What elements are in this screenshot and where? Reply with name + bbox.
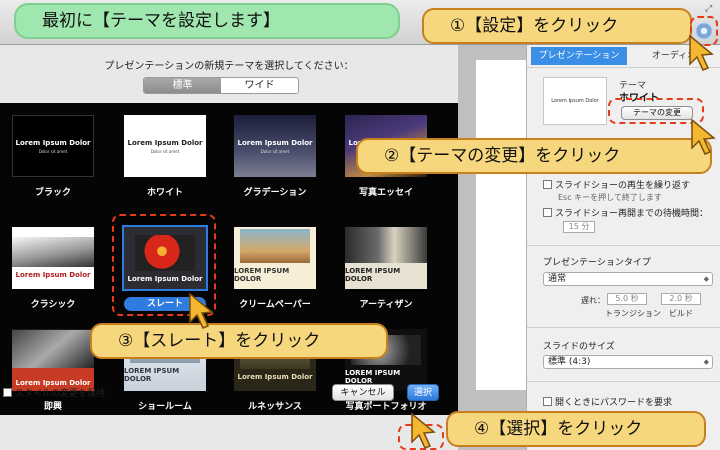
slide-size-title: スライドのサイズ [543, 342, 615, 352]
restart-delay-checkbox[interactable]: スライドショー再開までの待機時間： [543, 206, 708, 219]
thumb-title: Lorem Ipsum Dolor [237, 373, 313, 381]
theme-name: ホワイト [146, 188, 183, 198]
theme-name: 写真エッセイ [358, 188, 413, 198]
thumb-title: LOREM IPSUM DOLOR [345, 267, 401, 283]
thumb-title: Lorem Ipsum Dolor [15, 138, 91, 147]
presentation-type-select[interactable]: 通常 ◆ [543, 272, 713, 286]
keep-style-checkbox[interactable]: スタイルの変更を保持 [3, 386, 105, 399]
dialog-title: プレゼンテーションの新規テーマを選択してください： [104, 61, 354, 72]
cancel-button[interactable]: キャンセル [332, 384, 394, 401]
aspect-option-wide[interactable]: ワイド [221, 78, 298, 93]
thumb-title: LOREM IPSUM DOLOR [345, 369, 401, 385]
thumb-subtitle: Dolor sit amet [260, 148, 290, 154]
restart-delay-stepper[interactable]: 15 分 [563, 221, 595, 233]
keep-style-label: スタイルの変更を保持 [15, 389, 106, 399]
presentation-type-title: プレゼンテーションタイプ [543, 258, 651, 268]
select-arrows-icon: ◆ [703, 358, 709, 366]
loop-slideshow-checkbox[interactable]: スライドショーの再生を繰り返す [543, 178, 690, 191]
thumb-title: Lorem Ipsum Dolor [237, 138, 313, 147]
theme-thumbnail[interactable]: LOREM IPSUM DOLOR [345, 227, 427, 289]
thumb-image [240, 229, 310, 263]
theme-name: クラシック [30, 300, 76, 310]
theme-name: ブラック [34, 188, 71, 198]
step3-callout: ③【スレート】をクリック [90, 323, 388, 359]
thumb-title: Lorem Ipsum Dolor [127, 138, 203, 147]
slide-size-value: 標準 (4:3) [548, 357, 591, 367]
theme-name: ショールーム [138, 402, 192, 412]
thumb-image [12, 237, 94, 267]
theme-name: 即興 [43, 402, 62, 412]
restart-delay-label: スライドショー再開までの待機時間： [555, 209, 709, 219]
delay-label: 遅れ： [581, 296, 605, 305]
build-label: ビルド [669, 309, 693, 318]
cursor-pointer-icon [411, 412, 436, 449]
presentation-type-value: 通常 [548, 274, 567, 284]
step2-callout: ②【テーマの変更】をクリック [356, 138, 712, 174]
thumb-title: Lorem Ipsum Dolor [15, 271, 91, 279]
loop-slideshow-label: スライドショーの再生を繰り返す [555, 181, 691, 191]
slide-size-select[interactable]: 標準 (4:3) ◆ [543, 355, 713, 369]
esc-hint: Esc キーを押して終了します [558, 193, 662, 202]
theme-thumbnail[interactable]: Lorem Ipsum Dolor Dolor sit amet [124, 115, 206, 177]
step1-callout: ①【設定】をクリック [422, 8, 692, 44]
checkbox-box[interactable] [543, 397, 552, 406]
checkbox-box[interactable] [3, 388, 12, 397]
divider [527, 381, 720, 382]
require-password-label: 開くときにパスワードを要求 [555, 398, 673, 408]
aspect-option-standard[interactable]: 標準 [144, 78, 221, 93]
choose-button[interactable]: 選択 [407, 384, 439, 401]
theme-thumbnail[interactable]: Lorem Ipsum Dolor [12, 329, 94, 391]
transition-delay-stepper[interactable]: 5.0 秒 [607, 293, 647, 305]
theme-name: グラデーション [243, 188, 307, 198]
step4-callout: ④【選択】をクリック [446, 411, 706, 447]
thumb-title: LOREM IPSUM DOLOR [234, 267, 290, 283]
theme-thumbnail[interactable]: Lorem Ipsum Dolor Dolor sit amet [12, 115, 94, 177]
theme-name: ルネッサンス [248, 402, 302, 412]
select-arrows-icon: ◆ [703, 275, 709, 283]
current-theme-thumbnail: Lorem Ipsum Dolor [543, 77, 607, 125]
checkbox-box[interactable] [543, 208, 552, 217]
build-delay-stepper[interactable]: 2.0 秒 [661, 293, 701, 305]
aspect-segmented-control: 標準 ワイド [143, 77, 299, 94]
cursor-pointer-icon [689, 34, 714, 71]
theme-name: クリームペーパー [239, 300, 311, 310]
thumb-subtitle: Dolor sit amet [150, 148, 180, 154]
thumb-subtitle: Dolor sit amet [38, 148, 68, 154]
slide-canvas [476, 60, 526, 390]
require-password-checkbox[interactable]: 開くときにパスワードを要求 [543, 395, 672, 408]
divider [527, 245, 720, 246]
tab-presentation[interactable]: プレゼンテーション [531, 47, 627, 65]
theme-thumbnail[interactable]: Lorem Ipsum Dolor [12, 227, 94, 289]
thumb-image [12, 330, 94, 368]
divider [527, 327, 720, 328]
fullscreen-icon[interactable]: ⤢ [705, 4, 712, 14]
banner-callout: 最初に【テーマを設定します】 [14, 3, 400, 39]
dialog-footer [0, 415, 458, 450]
cursor-pointer-icon [691, 118, 716, 155]
thumb-image [345, 227, 427, 263]
cursor-pointer-icon [189, 292, 214, 329]
dialog-header: プレゼンテーションの新規テーマを選択してください： 標準 ワイド [0, 45, 458, 103]
transition-label: トランジション [605, 309, 661, 318]
theme-thumbnail[interactable]: Lorem Ipsum Dolor Dolor sit amet [234, 115, 316, 177]
thumb-title: LOREM IPSUM DOLOR [124, 367, 180, 383]
checkbox-box[interactable] [543, 180, 552, 189]
theme-name: アーティザン [359, 300, 413, 310]
theme-thumbnail[interactable]: LOREM IPSUM DOLOR [234, 227, 316, 289]
